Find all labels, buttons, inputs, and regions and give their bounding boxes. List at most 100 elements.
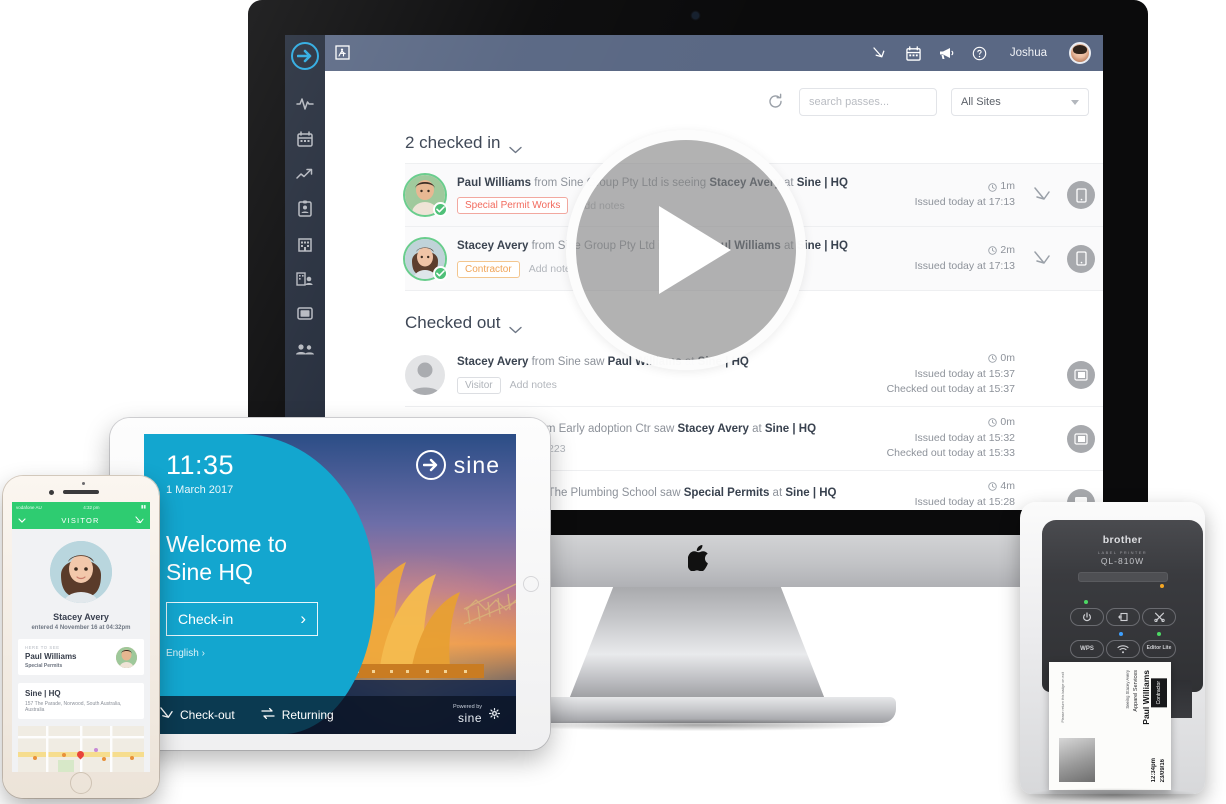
megaphone-icon[interactable] [938, 45, 955, 62]
duration-value: 2m [1000, 243, 1015, 256]
mobile-icon[interactable] [1067, 244, 1095, 273]
editor-lite-button[interactable]: Editor Lite [1142, 640, 1176, 658]
sidebar-item-reports[interactable] [285, 156, 325, 191]
imac-shadow [510, 719, 890, 731]
pass-sub: Visitor Add notes [457, 376, 887, 394]
search-placeholder: search passes... [809, 96, 890, 108]
wps-button[interactable]: WPS [1070, 640, 1104, 658]
help-circle-icon[interactable] [971, 45, 988, 62]
kiosk-bottom-bar: Check-out Returning Powered by sine [144, 696, 516, 734]
exit-door-icon[interactable] [335, 45, 351, 61]
map-view[interactable] [18, 726, 144, 772]
tablet-icon[interactable] [1067, 424, 1095, 453]
ipad-home-button[interactable] [523, 576, 539, 592]
sidebar-item-sites[interactable] [285, 226, 325, 261]
label-badge: Contractor [1151, 678, 1167, 708]
language-link[interactable]: English › [166, 648, 205, 659]
wifi-button[interactable] [1106, 640, 1140, 658]
powered-by-sine: Powered by sine [452, 704, 501, 725]
avatar[interactable] [1069, 42, 1091, 64]
navbar: VISITOR [12, 512, 150, 529]
pass-meta: 2m Issued today at 17:13 [915, 243, 1027, 275]
feed-button[interactable] [1106, 608, 1140, 626]
host-avatar [116, 647, 137, 668]
pass-duration: 0m [887, 415, 1015, 431]
sidebar-item-activity[interactable] [285, 86, 325, 121]
duration-value: 0m [1000, 415, 1015, 428]
returning-button[interactable]: Returning [261, 707, 334, 723]
kiosk-date: 1 March 2017 [166, 484, 234, 496]
chevron-down-icon[interactable] [509, 139, 523, 154]
sidebar-item-visitors[interactable] [285, 261, 325, 296]
label-fine-print: Please return this badge on exit [1061, 672, 1065, 723]
pass-host-name: Stacey Avery [677, 422, 749, 435]
status-badge[interactable]: Contractor [457, 260, 520, 278]
status-time: 4:32 pm [83, 504, 100, 510]
pass-host-name: Special Permits [683, 486, 770, 499]
chevron-right-icon: › [300, 609, 306, 628]
site-card[interactable]: Sine | HQ 157 The Parade, Norwood, South… [18, 683, 144, 719]
status-badge[interactable]: Visitor [457, 376, 501, 394]
checkout-arrow-icon[interactable] [135, 515, 144, 526]
checkout-arrow-icon[interactable] [1027, 250, 1059, 268]
chevron-down-icon[interactable] [509, 319, 523, 334]
iphone-sensor-icon [82, 482, 85, 485]
power-led [1084, 600, 1088, 604]
power-button[interactable] [1070, 608, 1104, 626]
printer-model: QL-810W [1100, 556, 1145, 566]
pass-text: at [769, 486, 786, 499]
pass-issued: Issued today at 15:32 [914, 431, 1015, 444]
duration-value: 0m [1000, 351, 1015, 364]
calendar-icon[interactable] [905, 45, 922, 62]
status-badge[interactable]: Special Permit Works [457, 197, 569, 215]
sidebar-item-people[interactable] [285, 331, 325, 366]
status-bar: vodafone AU 4:32 pm ▮▮ [12, 502, 150, 512]
pass-duration: 2m [915, 243, 1015, 259]
powered-label: Powered by [452, 704, 482, 711]
iphone-camera-icon [49, 490, 54, 495]
sine-arrow-logo[interactable] [291, 42, 319, 70]
pass-duration: 4m [887, 479, 1015, 495]
iphone-speaker [63, 490, 99, 494]
checkout-arrow-icon[interactable] [872, 45, 889, 62]
returning-loop-icon [261, 707, 275, 723]
pass-issued: Issued today at 17:13 [914, 259, 1015, 272]
gear-icon[interactable] [488, 706, 501, 724]
iphone-home-button[interactable] [70, 772, 92, 794]
pass-issued: Issued today at 15:37 [914, 367, 1015, 380]
table-row[interactable]: Stacey Avery from Sine saw Paul Williams… [405, 343, 1103, 407]
avatar [405, 175, 448, 217]
topbar-user-name[interactable]: Joshua [1010, 47, 1047, 59]
visitor-name: Stacey Avery [53, 612, 109, 622]
refresh-icon[interactable] [767, 93, 785, 111]
site-filter-select[interactable]: All Sites [951, 88, 1089, 116]
cut-button[interactable] [1142, 608, 1176, 626]
returning-label: Returning [281, 708, 334, 722]
chevron-down-icon[interactable] [18, 516, 26, 525]
video-play-button[interactable] [566, 130, 806, 370]
pass-meta: 0m Issued today at 15:37 Checked out tod… [887, 351, 1027, 398]
add-notes-link[interactable]: Add notes [510, 379, 557, 391]
duration-value: 1m [1000, 180, 1015, 193]
checkout-arrow-icon [160, 707, 173, 723]
checkout-button[interactable]: Check-out [160, 707, 235, 723]
checkout-arrow-icon[interactable] [1027, 186, 1059, 204]
pass-duration: 0m [887, 351, 1015, 367]
tablet-icon[interactable] [1067, 360, 1095, 389]
clock-icon [988, 418, 998, 427]
pass-checked-out: Checked out today at 15:33 [886, 447, 1015, 460]
mobile-icon[interactable] [1067, 181, 1095, 209]
checkin-label: Check-in [178, 611, 234, 627]
sidebar-item-passes[interactable] [285, 191, 325, 226]
kiosk-logo-text: sine [453, 451, 500, 478]
checkin-button[interactable]: Check-in › [166, 602, 318, 636]
visitor-entered: entered 4 November 16 at 04:32pm [31, 625, 131, 631]
clock-icon [988, 182, 998, 192]
label-seeing: Seeing Stacey Avery [1125, 670, 1130, 709]
search-input[interactable]: search passes... [799, 88, 937, 116]
section-title: 2 checked in [405, 133, 501, 152]
printer-brand: brother [1102, 534, 1143, 546]
sidebar-item-calendar[interactable] [285, 121, 325, 156]
sidebar-item-kiosks[interactable] [285, 296, 325, 331]
host-card[interactable]: HERE TO SEE Paul Williams Special Permit… [18, 639, 144, 675]
